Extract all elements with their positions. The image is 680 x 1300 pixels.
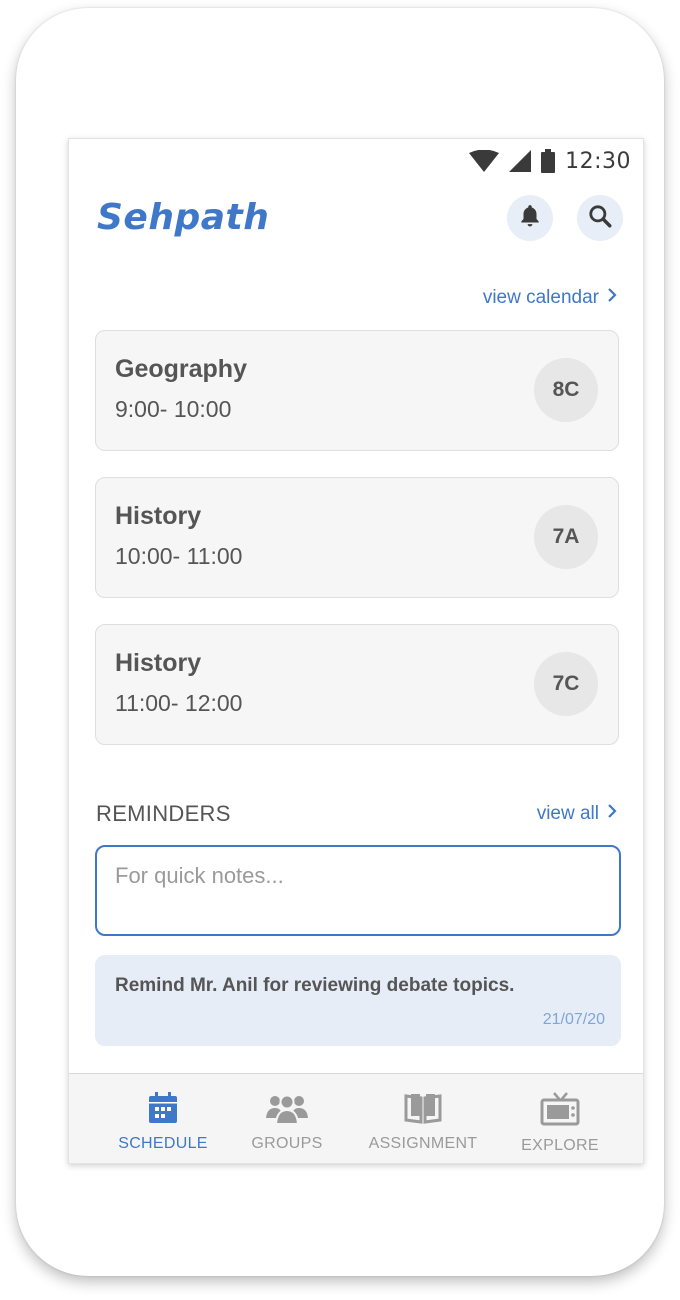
class-subject: History <box>115 502 202 530</box>
nav-label: GROUPS <box>251 1135 323 1152</box>
nav-item-schedule[interactable]: SCHEDULE <box>115 1092 211 1153</box>
nav-item-groups[interactable]: GROUPS <box>249 1092 325 1153</box>
bell-icon <box>517 203 543 234</box>
bottom-navigation: SCHEDULE GROUPS ASSIGNMENT EXPLORE <box>69 1073 643 1163</box>
class-section-badge: 7A <box>534 505 598 569</box>
status-bar: 12:30 <box>469 147 631 175</box>
view-all-label: view all <box>536 803 599 824</box>
nav-item-assignment[interactable]: ASSIGNMENT <box>367 1092 479 1153</box>
class-card[interactable]: History 10:00- 11:00 7A <box>95 477 619 598</box>
battery-icon <box>541 149 556 173</box>
nav-label: EXPLORE <box>521 1137 599 1154</box>
chevron-right-icon <box>607 287 617 309</box>
class-time: 10:00- 11:00 <box>115 543 243 569</box>
reminder-item[interactable]: Remind Mr. Anil for reviewing debate top… <box>95 955 621 1046</box>
book-icon <box>404 1092 442 1129</box>
reminder-text: Remind Mr. Anil for reviewing debate top… <box>115 975 515 996</box>
view-calendar-link[interactable]: view calendar <box>483 287 617 309</box>
class-section-badge: 8C <box>534 358 598 422</box>
class-subject: History <box>115 649 202 677</box>
status-time: 12:30 <box>565 148 631 174</box>
nav-label: ASSIGNMENT <box>368 1135 478 1152</box>
view-calendar-label: view calendar <box>482 287 599 308</box>
tv-icon <box>540 1092 580 1131</box>
class-card[interactable]: History 11:00- 12:00 7C <box>95 624 619 745</box>
notifications-button[interactable] <box>507 195 553 241</box>
nav-item-explore[interactable]: EXPLORE <box>519 1092 601 1155</box>
chevron-right-icon <box>607 803 617 825</box>
reminder-date: 21/07/20 <box>542 1011 605 1028</box>
wifi-icon <box>469 150 500 172</box>
class-time: 9:00- 10:00 <box>115 396 232 422</box>
cellular-signal-icon <box>509 150 532 172</box>
class-section-badge: 7C <box>534 652 598 716</box>
phone-frame: 12:30 Sehpath view calendar Geography 9:… <box>16 8 664 1276</box>
class-subject: Geography <box>115 355 247 383</box>
app-logo-title: Sehpath <box>97 197 270 238</box>
class-card[interactable]: Geography 9:00- 10:00 8C <box>95 330 619 451</box>
view-all-reminders-link[interactable]: view all <box>537 803 617 825</box>
reminders-heading: REMINDERS <box>96 801 231 826</box>
search-icon <box>587 203 613 234</box>
nav-label: SCHEDULE <box>118 1135 208 1152</box>
class-time: 11:00- 12:00 <box>115 690 243 716</box>
app-screen: 12:30 Sehpath view calendar Geography 9:… <box>68 138 644 1164</box>
search-button[interactable] <box>577 195 623 241</box>
quick-notes-input[interactable] <box>95 845 621 936</box>
calendar-icon <box>148 1092 178 1129</box>
groups-icon <box>266 1092 308 1129</box>
